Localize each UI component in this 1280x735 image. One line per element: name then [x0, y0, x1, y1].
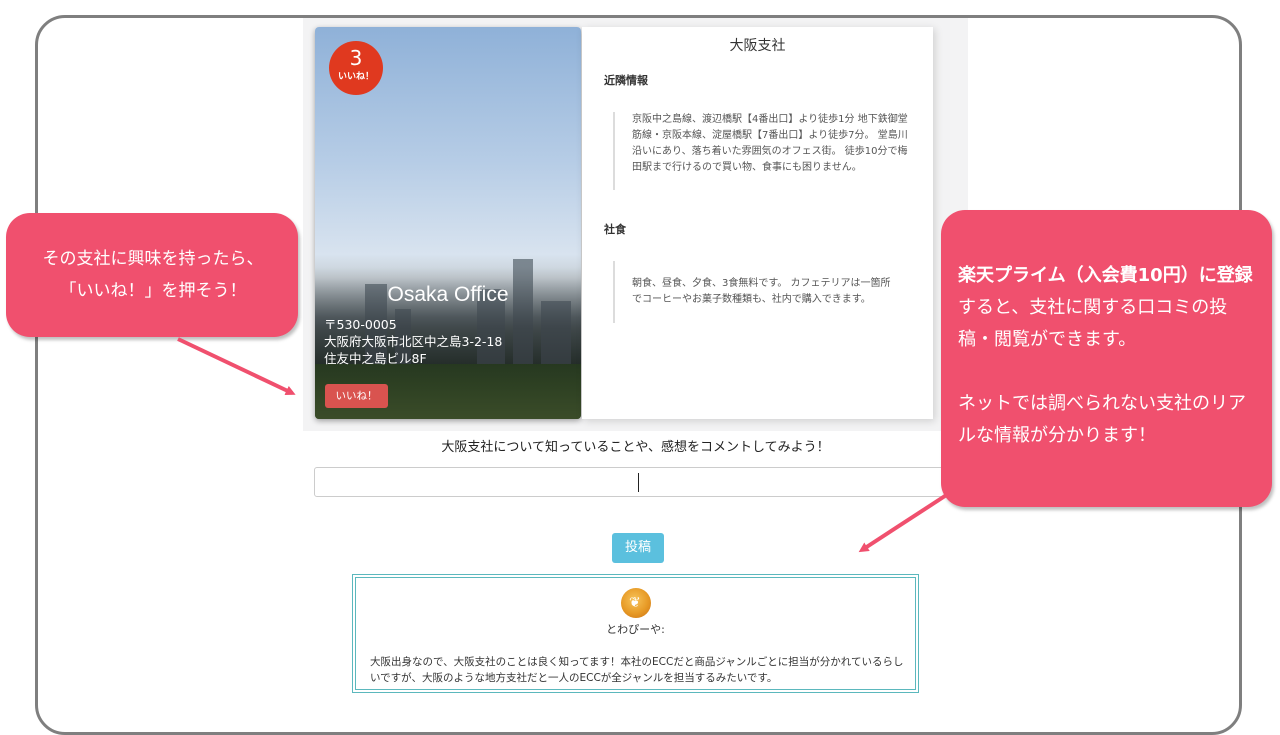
nearby-text: 京阪中之島線、渡辺橋駅【4番出口】より徒歩1分 地下鉄御堂筋線・京阪本線、淀屋橋…: [613, 112, 917, 190]
like-button[interactable]: いいね！: [325, 384, 388, 408]
comment-prompt: 大阪支社について知っていることや、感想をコメントしてみよう！: [441, 440, 830, 455]
callout-prime-rest: すると、支社に関する口コミの投稿・閲覧ができます。: [958, 297, 1228, 350]
callout-like-hint: その支社に興味を持ったら、 「いいね！」を押そう！: [6, 213, 298, 337]
callout-prime-bold2: 登録: [1216, 265, 1253, 286]
callout-prime-hint: 楽天プライム（入会費10円）に登録すると、支社に関する口コミの投稿・閲覧ができま…: [941, 210, 1272, 507]
cafeteria-text: 朝食、昼食、夕食、3食無料です。 カフェテリアは一箇所でコーヒーやお菓子数種類も…: [613, 261, 898, 323]
postal-code: 〒530-0005: [324, 317, 397, 332]
nearby-heading: 近隣情報: [604, 74, 648, 87]
office-title: 大阪支社: [729, 38, 786, 54]
cafeteria-heading: 社食: [604, 223, 626, 236]
office-address: 大阪府大阪市北区中之島3-2-18: [324, 334, 503, 349]
post-button[interactable]: 投稿: [612, 533, 664, 563]
callout-prime-bold1: 楽天プライム（入会費10円）に: [958, 265, 1217, 286]
callout-like-line2: 「いいね！」を押そう！: [59, 281, 247, 301]
callout-like-line1: その支社に興味を持ったら、: [42, 249, 264, 269]
office-info-panel: 大阪支社 近隣情報 京阪中之島線、渡辺橋駅【4番出口】より徒歩1分 地下鉄御堂筋…: [582, 27, 933, 419]
callout-spacer: [958, 356, 1261, 388]
callout-prime-para2: ネットでは調べられない支社のリアルな情報が分かります！: [958, 393, 1246, 446]
laurel-icon: ❦: [629, 595, 641, 611]
comment-text: 大阪出身なので、大阪支社のことは良く知ってます！本社のECCだと商品ジャンルごと…: [370, 656, 904, 684]
text-caret: [638, 473, 639, 492]
office-building: 住友中之島ビル8F: [324, 351, 427, 366]
comment-card: ❦ とわぴーや: 大阪出身なので、大阪支社のことは良く知ってます！本社のECCだ…: [352, 574, 919, 693]
comment-input[interactable]: [314, 467, 962, 497]
office-name: Osaka Office: [387, 283, 509, 306]
likes-count: 3: [349, 46, 363, 70]
user-avatar-medal-icon: ❦: [621, 588, 651, 618]
likes-label: いいね！: [337, 72, 374, 82]
callout-prime-text: 楽天プライム（入会費10円）に登録すると、支社に関する口コミの投稿・閲覧ができま…: [958, 260, 1261, 452]
office-photo: 3 いいね！ Osaka Office 〒530-0005 大阪府大阪市北区中之…: [315, 27, 581, 419]
comment-username: とわぴーや:: [606, 623, 665, 636]
callout-like-text: その支社に興味を持ったら、 「いいね！」を押そう！: [18, 243, 288, 307]
likes-badge: 3 いいね！: [329, 41, 383, 95]
